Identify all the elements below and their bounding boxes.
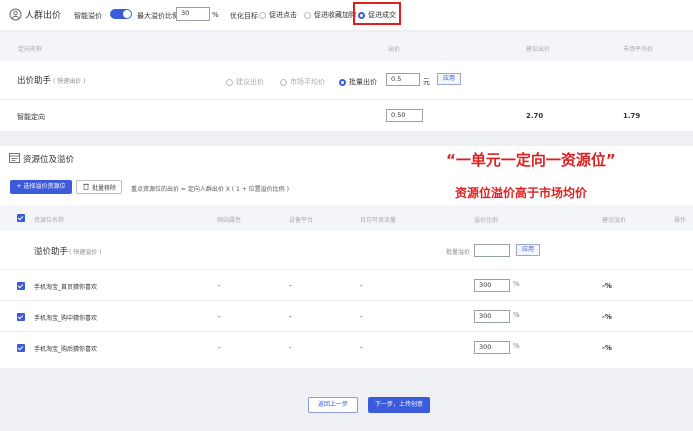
goal-option-label: 促进收藏加购 bbox=[314, 11, 356, 19]
back-button[interactable]: 返回上一步 bbox=[308, 397, 358, 413]
batch-remove-button[interactable]: 批量移除 bbox=[76, 180, 122, 194]
header-device: 设备平台 bbox=[289, 217, 314, 224]
bid-option-market[interactable]: 市场平均价 bbox=[280, 77, 325, 87]
radio-icon bbox=[304, 11, 311, 19]
select-all-checkbox[interactable] bbox=[17, 214, 25, 222]
row-market: 1.79 bbox=[623, 112, 641, 120]
row-ratio-unit: % bbox=[513, 311, 520, 319]
header-action: 操作 bbox=[674, 217, 687, 224]
add-placement-button[interactable]: + 选择溢价资源位 bbox=[10, 180, 72, 194]
max-ratio-input[interactable]: 30 bbox=[176, 7, 210, 21]
row-device: - bbox=[289, 313, 292, 321]
row-suggested: -% bbox=[602, 282, 612, 290]
header-suggested: 建议出价 bbox=[526, 46, 551, 53]
percent-label: % bbox=[212, 11, 219, 19]
table-row: 手机淘宝_购中猜你喜欢 - - - 300 % -% bbox=[0, 300, 693, 331]
smart-premium-label: 智能溢价 bbox=[74, 12, 102, 20]
radio-checked-icon bbox=[358, 11, 365, 19]
row-suggested: -% bbox=[602, 313, 612, 321]
placement-table-header: 资源位名称 网站属性 设备平台 日均可竞流量 溢价比例 建议溢价 操作 bbox=[0, 205, 693, 231]
batch-bid-input[interactable]: 0.5 bbox=[386, 73, 420, 86]
table-row: 手机淘宝_首页猜你喜欢 - - - 300 % -% bbox=[0, 269, 693, 300]
row-checkbox[interactable] bbox=[17, 282, 25, 290]
bid-helper-row: 出价助手 ( 快速出价 ) 建议出价 市场平均价 批量出价 0.5 元 应用 bbox=[0, 61, 693, 99]
premium-helper-title: 溢价助手 bbox=[34, 247, 69, 257]
batch-premium-label: 批量溢价 bbox=[446, 249, 471, 256]
smart-premium-toggle[interactable] bbox=[110, 9, 132, 19]
header-name: 资源位名称 bbox=[34, 217, 65, 224]
row-checkbox[interactable] bbox=[17, 313, 25, 321]
trash-icon bbox=[83, 183, 89, 192]
row-name: 手机淘宝_首页猜你喜欢 bbox=[34, 284, 98, 291]
crowd-bid-icon bbox=[9, 8, 22, 23]
next-button[interactable]: 下一步，上传创意 bbox=[368, 397, 430, 413]
header-bid: 出价 bbox=[388, 46, 401, 53]
goal-option-label: 促进点击 bbox=[269, 11, 297, 19]
row-attr: - bbox=[218, 313, 221, 321]
row-ratio-input[interactable]: 300 bbox=[474, 279, 510, 292]
bid-helper-title: 出价助手 bbox=[17, 76, 52, 86]
premium-apply-button[interactable]: 应用 bbox=[516, 244, 541, 256]
header-name: 定向名称 bbox=[18, 46, 43, 53]
row-ratio-input[interactable]: 300 bbox=[474, 341, 510, 354]
bid-option-label: 建议出价 bbox=[236, 78, 264, 86]
placement-title: 资源位及溢价 bbox=[23, 155, 75, 165]
bid-unit: 元 bbox=[423, 78, 430, 86]
premium-helper-subtitle: ( 快速溢价 ) bbox=[69, 249, 102, 256]
row-suggested: 2.70 bbox=[526, 112, 544, 120]
radio-icon bbox=[280, 78, 287, 86]
row-name: 手机淘宝_购后猜你喜欢 bbox=[34, 346, 98, 353]
row-ratio-input[interactable]: 300 bbox=[474, 310, 510, 323]
row-device: - bbox=[289, 344, 292, 352]
row-device: - bbox=[289, 282, 292, 290]
radio-icon bbox=[259, 11, 266, 19]
bid-row-smart: 智能定向 0.50 2.70 1.79 bbox=[0, 99, 693, 131]
bid-option-suggested[interactable]: 建议出价 bbox=[226, 77, 264, 87]
bid-helper-subtitle: ( 快速出价 ) bbox=[53, 78, 86, 85]
placement-panel: 资源位及溢价 “一单元一定向一资源位” 资源位溢价高于市场均价 + 选择溢价资源… bbox=[0, 146, 693, 368]
table-row: 手机淘宝_购后猜你喜欢 - - - 300 % -% bbox=[0, 331, 693, 362]
goal-label: 优化目标 bbox=[230, 12, 258, 20]
radio-icon bbox=[226, 78, 233, 86]
row-checkbox[interactable] bbox=[17, 344, 25, 352]
row-suggested: -% bbox=[602, 344, 612, 352]
row-ratio-unit: % bbox=[513, 280, 520, 288]
bid-apply-button[interactable]: 应用 bbox=[437, 73, 462, 85]
bid-option-label: 市场平均价 bbox=[290, 78, 325, 86]
row-traffic: - bbox=[360, 282, 363, 290]
annotation-premium: 资源位溢价高于市场均价 bbox=[455, 186, 588, 200]
section-title: 人群出价 bbox=[25, 11, 62, 21]
row-attr: - bbox=[218, 344, 221, 352]
annotation-one-unit: “一单元一定向一资源位” bbox=[446, 151, 616, 169]
goal-option-label: 促进成交 bbox=[368, 11, 396, 19]
row-traffic: - bbox=[360, 313, 363, 321]
batch-remove-label: 批量移除 bbox=[92, 184, 117, 192]
row-traffic: - bbox=[360, 344, 363, 352]
goal-option-favorite[interactable]: 促进收藏加购 bbox=[304, 10, 356, 20]
batch-premium-input[interactable] bbox=[474, 244, 510, 257]
row-name: 手机淘宝_购中猜你喜欢 bbox=[34, 315, 98, 322]
header-ratio: 溢价比例 bbox=[474, 217, 499, 224]
premium-helper-row: 溢价助手 ( 快速溢价 ) 批量溢价 应用 bbox=[0, 231, 693, 269]
header-attr: 网站属性 bbox=[217, 217, 242, 224]
row-bid-input[interactable]: 0.50 bbox=[386, 109, 423, 122]
header-traffic: 日均可竞流量 bbox=[360, 217, 397, 224]
bid-table-header: 定向名称 出价 建议出价 市场平均价 bbox=[0, 33, 693, 61]
header-suggested: 建议溢价 bbox=[602, 217, 627, 224]
bid-panel: 定向名称 出价 建议出价 市场平均价 出价助手 ( 快速出价 ) 建议出价 市场… bbox=[0, 33, 693, 131]
row-attr: - bbox=[218, 282, 221, 290]
goal-option-click[interactable]: 促进点击 bbox=[259, 10, 297, 20]
goal-option-conversion[interactable]: 促进成交 bbox=[358, 10, 396, 20]
max-ratio-label: 最大溢价比例 bbox=[137, 12, 179, 20]
bid-option-batch[interactable]: 批量出价 bbox=[339, 77, 377, 87]
bid-option-label: 批量出价 bbox=[349, 78, 377, 86]
top-bar: 人群出价 智能溢价 最大溢价比例 30 % 优化目标 促进点击 促进收藏加购 促… bbox=[0, 0, 693, 30]
header-market: 市场平均价 bbox=[623, 46, 654, 53]
placement-icon bbox=[9, 153, 20, 165]
row-name: 智能定向 bbox=[17, 113, 45, 121]
row-ratio-unit: % bbox=[513, 342, 520, 350]
radio-checked-icon bbox=[339, 78, 346, 86]
bid-formula: 重点资源位的出价 = 定向人群出价 X ( 1 + 位置溢价比例 ) bbox=[131, 186, 289, 193]
